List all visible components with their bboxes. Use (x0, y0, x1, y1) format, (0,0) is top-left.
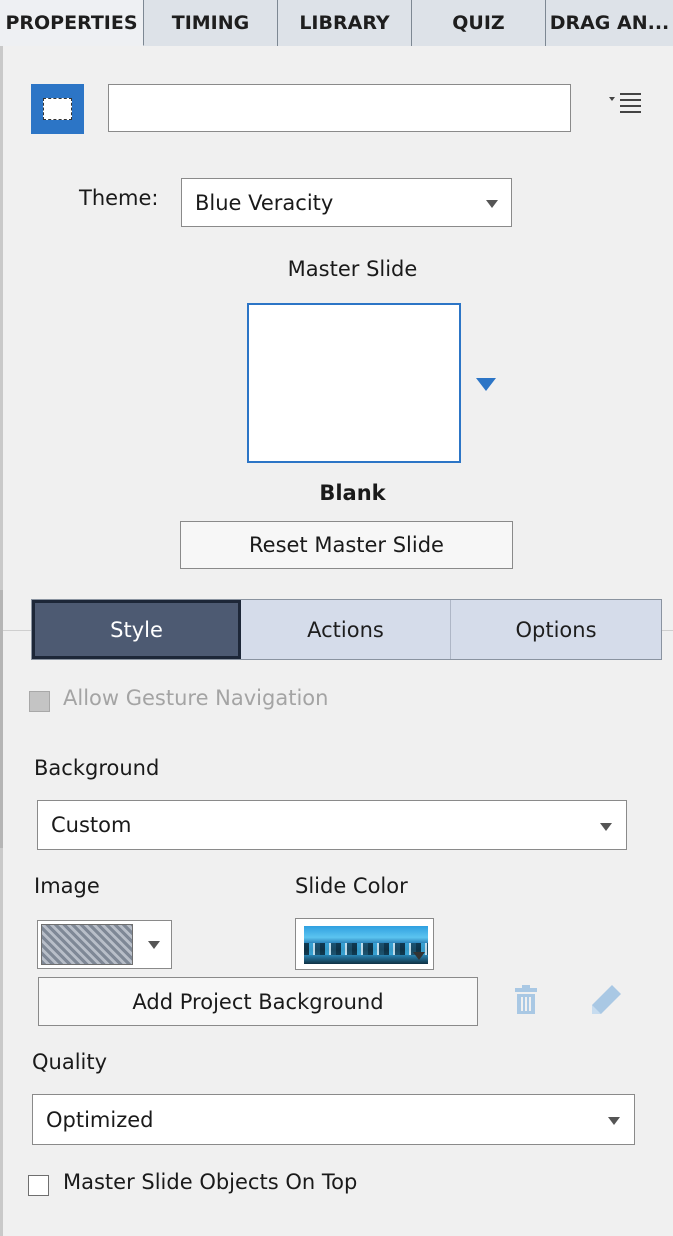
chevron-down-icon (600, 823, 612, 831)
tab-options[interactable]: Options (451, 600, 661, 659)
quality-dropdown[interactable]: Optimized (32, 1094, 635, 1145)
theme-dropdown[interactable]: Blue Veracity (181, 178, 512, 227)
quality-label: Quality (32, 1050, 108, 1074)
slide-color-swatch-detail (304, 943, 428, 955)
tab-timing[interactable]: TIMING (144, 0, 278, 46)
tab-actions[interactable]: Actions (241, 600, 451, 659)
slide-style-swatch-button[interactable] (31, 84, 84, 134)
list-menu-icon[interactable] (606, 88, 646, 118)
slide-thumbnail-icon (43, 98, 72, 120)
master-slide-name: Blank (319, 481, 386, 505)
tab-library[interactable]: LIBRARY (278, 0, 412, 46)
tab-properties[interactable]: PROPERTIES (0, 0, 144, 46)
master-slide-thumbnail[interactable] (247, 303, 461, 463)
master-slide-dropdown-icon[interactable] (476, 378, 496, 391)
master-slide-label: Master Slide (287, 257, 418, 281)
quality-value: Optimized (46, 1107, 154, 1132)
style-actions-options-tabs: Style Actions Options (31, 599, 662, 660)
image-swatch (41, 924, 133, 965)
pencil-edit-icon[interactable] (588, 982, 624, 1023)
panel-tab-bar: PROPERTIES TIMING LIBRARY QUIZ DRAG AN..… (0, 0, 673, 46)
chevron-down-icon (413, 952, 425, 960)
add-project-background-button[interactable]: Add Project Background (38, 977, 478, 1026)
slide-color-label: Slide Color (295, 874, 408, 898)
reset-master-slide-button[interactable]: Reset Master Slide (180, 521, 513, 569)
master-slide-objects-on-top-checkbox[interactable] (28, 1175, 49, 1196)
image-picker[interactable] (37, 920, 172, 969)
image-label: Image (34, 874, 100, 898)
background-dropdown[interactable]: Custom (37, 800, 627, 850)
master-slide-objects-on-top-label: Master Slide Objects On Top (63, 1170, 358, 1194)
section-divider-right (662, 630, 673, 631)
theme-label: Theme: (79, 186, 159, 210)
tab-style[interactable]: Style (32, 600, 241, 659)
allow-gesture-navigation-checkbox[interactable] (29, 691, 50, 712)
chevron-down-icon (486, 200, 498, 208)
slide-name-input[interactable] (108, 84, 571, 132)
chevron-down-icon (608, 1117, 620, 1125)
tab-quiz[interactable]: QUIZ (412, 0, 546, 46)
chevron-down-icon (148, 941, 160, 949)
tab-drag-and-drop[interactable]: DRAG AN... (546, 0, 673, 46)
theme-value: Blue Veracity (195, 190, 334, 215)
slide-color-picker[interactable] (295, 918, 434, 970)
trash-icon[interactable] (513, 984, 539, 1021)
allow-gesture-navigation-label: Allow Gesture Navigation (63, 686, 329, 710)
background-value: Custom (51, 813, 132, 837)
background-label: Background (34, 756, 160, 780)
section-divider-left (3, 630, 31, 631)
panel-splitter[interactable] (0, 590, 3, 848)
